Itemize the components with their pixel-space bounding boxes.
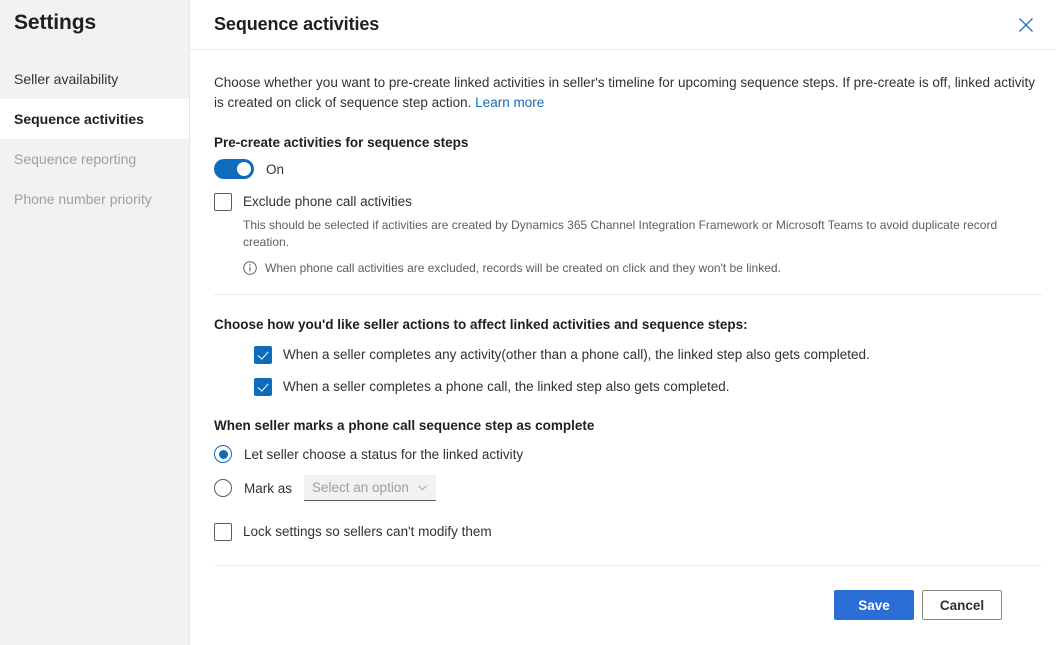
mark-as-row: Mark as Select an option: [214, 475, 1042, 501]
lock-settings-checkbox[interactable]: [214, 523, 232, 541]
sidebar-item-label: Phone number priority: [14, 191, 152, 207]
mark-as-radio[interactable]: [214, 479, 232, 497]
precreate-toggle[interactable]: [214, 159, 254, 179]
precreate-toggle-label: On: [266, 161, 285, 177]
phone-complete-label: When seller marks a phone call sequence …: [214, 418, 595, 433]
status-dropdown[interactable]: Select an option: [304, 475, 437, 501]
exclude-phone-call-hint: This should be selected if activities ar…: [243, 218, 998, 249]
sidebar-nav: Seller availability Sequence activities …: [0, 59, 189, 219]
toggle-knob: [237, 162, 251, 176]
intro-description: Choose whether you want to pre-create li…: [214, 75, 1035, 110]
let-seller-choose-label: Let seller choose a status for the linke…: [244, 446, 524, 462]
chevron-down-icon: [417, 480, 428, 496]
footer-divider: [214, 565, 1042, 566]
complete-any-activity-label: When a seller completes any activity(oth…: [283, 347, 870, 362]
sidebar-title: Settings: [14, 11, 97, 34]
intro-text: Choose whether you want to pre-create li…: [214, 73, 1042, 113]
exclude-phone-call-label: Exclude phone call activities: [243, 194, 412, 209]
note-text: When phone call activities are excluded,…: [265, 261, 781, 275]
footer-actions: Save Cancel: [214, 590, 1042, 620]
lock-settings-label: Lock settings so sellers can't modify th…: [243, 524, 492, 539]
let-seller-choose-radio[interactable]: [214, 445, 232, 463]
exclude-phone-call-checkbox[interactable]: [214, 193, 232, 211]
sidebar-item-sequence-activities[interactable]: Sequence activities: [0, 99, 189, 139]
sidebar: Settings Seller availability Sequence ac…: [0, 0, 190, 645]
sidebar-item-label: Sequence reporting: [14, 151, 137, 167]
sidebar-item-phone-number-priority: Phone number priority: [0, 179, 189, 219]
sidebar-item-label: Seller availability: [14, 71, 119, 87]
lock-settings-row: Lock settings so sellers can't modify th…: [214, 523, 1042, 541]
let-seller-choose-row: Let seller choose a status for the linke…: [214, 445, 1042, 463]
close-button[interactable]: [1010, 9, 1042, 41]
main-panel: Sequence activities Choose whether you w…: [190, 0, 1056, 645]
cancel-button[interactable]: Cancel: [922, 590, 1002, 620]
seller-action-option-row: When a seller completes a phone call, th…: [254, 378, 1042, 396]
section-divider: [214, 294, 1042, 295]
exclude-phone-call-note: When phone call activities are excluded,…: [243, 260, 1042, 276]
save-button[interactable]: Save: [834, 590, 914, 620]
info-circle-icon: [243, 261, 257, 275]
close-icon: [1018, 17, 1034, 33]
mark-as-label: Mark as: [244, 480, 293, 496]
exclude-phone-call-row: Exclude phone call activities: [214, 193, 1042, 211]
complete-phone-call-label: When a seller completes a phone call, th…: [283, 379, 730, 394]
page-title: Sequence activities: [214, 14, 380, 34]
panel-header: Sequence activities: [190, 0, 1056, 50]
sidebar-item-seller-availability[interactable]: Seller availability: [0, 59, 189, 99]
status-dropdown-value: Select an option: [312, 480, 409, 495]
sidebar-item-label: Sequence activities: [14, 111, 144, 127]
precreate-toggle-row: On: [214, 159, 1042, 179]
precreate-section-label: Pre-create activities for sequence steps: [214, 135, 469, 150]
seller-actions-label: Choose how you'd like seller actions to …: [214, 317, 748, 332]
settings-dialog: Settings Seller availability Sequence ac…: [0, 0, 1056, 645]
panel-body: Choose whether you want to pre-create li…: [190, 50, 1056, 565]
learn-more-link[interactable]: Learn more: [475, 95, 544, 110]
panel-footer: Save Cancel: [190, 565, 1056, 645]
seller-action-option-row: When a seller completes any activity(oth…: [254, 346, 1042, 364]
sidebar-item-sequence-reporting: Sequence reporting: [0, 139, 189, 179]
complete-any-activity-checkbox[interactable]: [254, 346, 272, 364]
complete-phone-call-checkbox[interactable]: [254, 378, 272, 396]
